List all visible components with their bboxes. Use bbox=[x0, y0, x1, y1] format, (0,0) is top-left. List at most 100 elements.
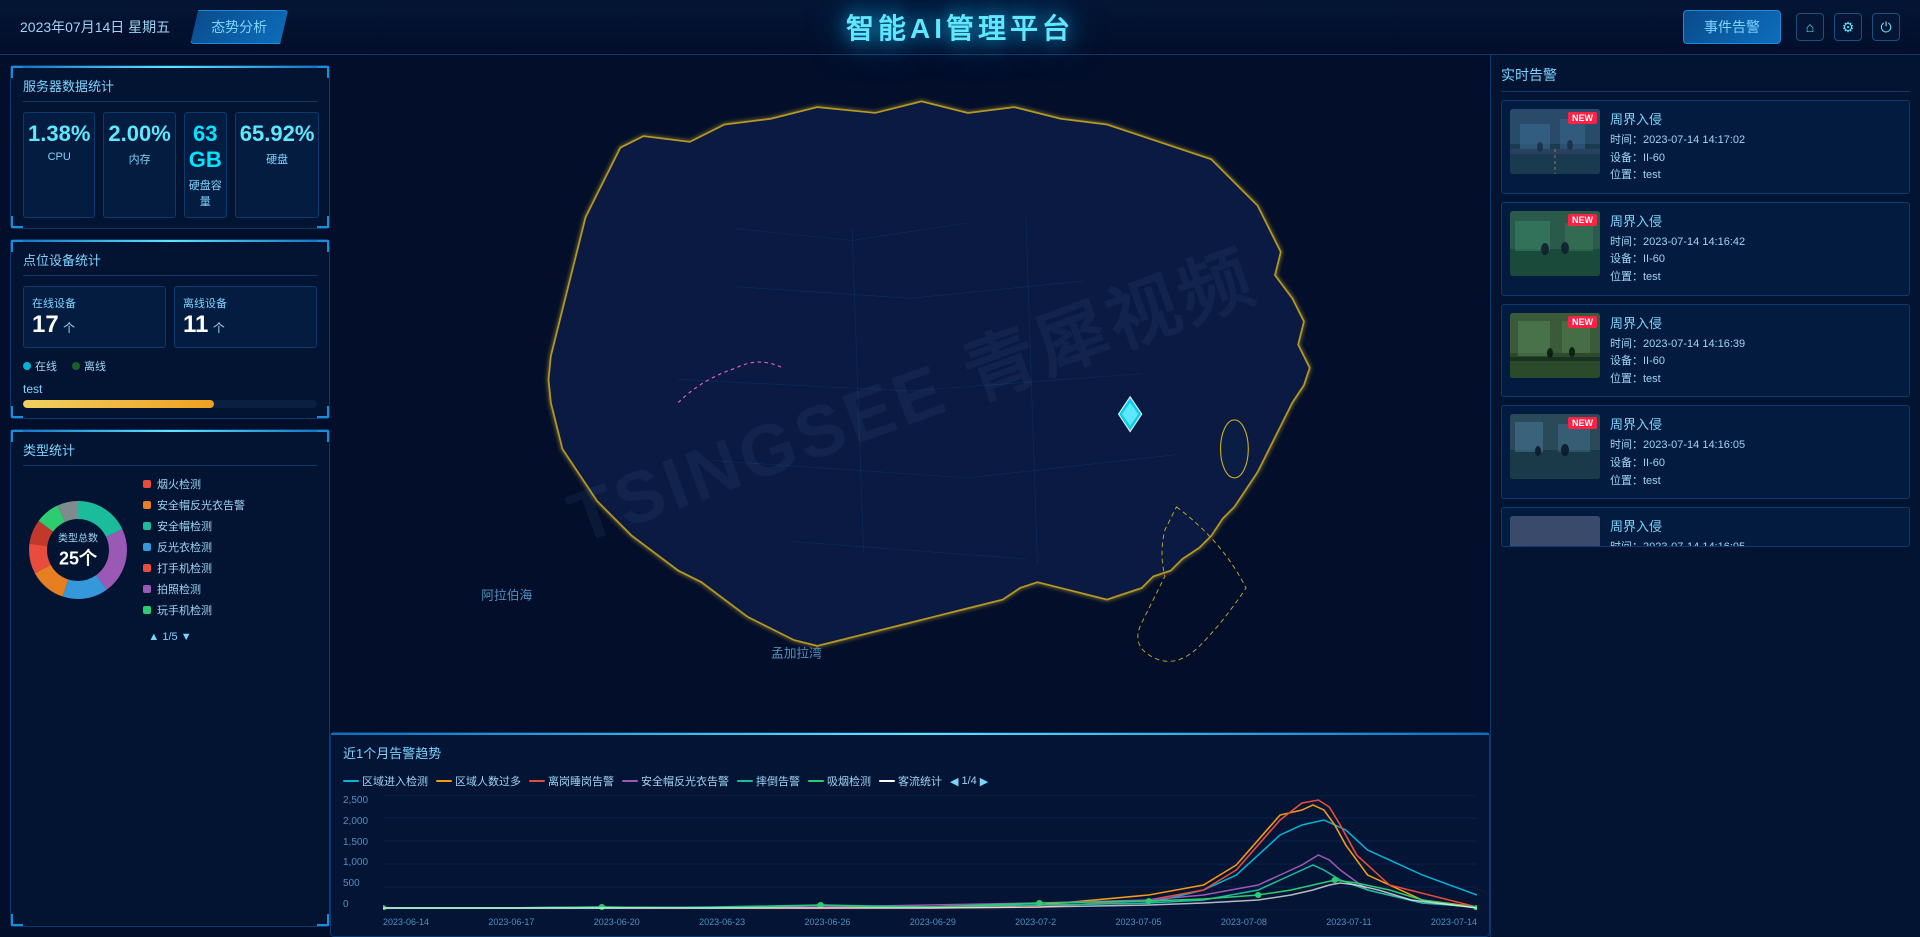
online-label: 在线设备 bbox=[32, 295, 157, 311]
legend-entry-0: 区域进入检测 bbox=[343, 773, 428, 789]
page-title: 智能AI管理平台 bbox=[846, 7, 1074, 47]
offline-dot bbox=[72, 362, 80, 370]
settings-icon[interactable]: ⚙ bbox=[1834, 13, 1862, 41]
type-item-0: 烟火检测 bbox=[143, 476, 317, 492]
header-left: 2023年07月14日 星期五 态势分析 bbox=[20, 10, 288, 44]
alert-type-1: 周界入侵 bbox=[1610, 211, 1901, 230]
legend-entry-4: 摔倒告警 bbox=[737, 773, 800, 789]
legend-line-1 bbox=[436, 780, 452, 782]
server-stats-grid: 1.38% CPU 2.00% 内存 63 GB 硬盘容量 65.92% 硬盘 bbox=[23, 112, 317, 218]
device-stats-title: 点位设备统计 bbox=[23, 250, 317, 276]
map-area: TSINGSEE 青犀视频 bbox=[330, 55, 1490, 727]
alert-thumb-0: NEW bbox=[1510, 109, 1600, 174]
legend-line-6 bbox=[879, 780, 895, 782]
type-item-1: 安全帽反光衣告警 bbox=[143, 497, 317, 513]
type-dot-1 bbox=[143, 501, 151, 509]
online-device-box: 在线设备 17 个 bbox=[23, 286, 166, 348]
cpu-stat: 1.38% CPU bbox=[23, 112, 95, 218]
legend-entry-6: 客流统计 bbox=[879, 773, 942, 789]
type-content: 类型总数 25个 烟火检测 安全帽反光衣告警 安全帽检测 bbox=[23, 476, 317, 623]
header-date: 2023年07月14日 星期五 bbox=[20, 17, 170, 37]
memory-label: 内存 bbox=[108, 151, 170, 167]
online-unit: 个 bbox=[63, 321, 75, 335]
header: 2023年07月14日 星期五 态势分析 智能AI管理平台 事件告警 ⌂ ⚙ ⏻ bbox=[0, 0, 1920, 55]
server-stats-title: 服务器数据统计 bbox=[23, 76, 317, 102]
server-stats-card: 服务器数据统计 1.38% CPU 2.00% 内存 63 GB 硬盘容量 65… bbox=[10, 65, 330, 229]
memory-value: 2.00% bbox=[108, 121, 170, 147]
new-badge-2: NEW bbox=[1568, 316, 1597, 328]
type-list: 烟火检测 安全帽反光衣告警 安全帽检测 反光衣检测 打手机检测 bbox=[143, 476, 317, 623]
type-item-4: 打手机检测 bbox=[143, 560, 317, 576]
donut-chart: 类型总数 25个 bbox=[23, 495, 133, 605]
type-item-3: 反光衣检测 bbox=[143, 539, 317, 555]
offline-value: 11 bbox=[183, 311, 208, 338]
disk-label: 硬盘 bbox=[240, 151, 315, 167]
alert-thumb-4 bbox=[1510, 516, 1600, 547]
alert-type-0: 周界入侵 bbox=[1610, 109, 1901, 128]
event-alert-button[interactable]: 事件告警 bbox=[1683, 10, 1781, 44]
alert-item-3[interactable]: NEW 周界入侵 时间：2023-07-14 14:16:05 设备：II-60… bbox=[1501, 405, 1910, 499]
disk-capacity-label: 硬盘容量 bbox=[189, 177, 222, 209]
disk-capacity-value: 63 GB bbox=[189, 121, 222, 173]
x-axis: 2023-06-14 2023-06-17 2023-06-20 2023-06… bbox=[383, 917, 1477, 927]
type-item-6: 玩手机检测 bbox=[143, 602, 317, 618]
alert-info-4: 周界入侵 时间：2023-07-14 14:16:05 bbox=[1610, 516, 1901, 538]
chart-area: 2023-06-14 2023-06-17 2023-06-20 2023-06… bbox=[383, 795, 1477, 927]
location-bar: test bbox=[23, 382, 317, 408]
header-icons: ⌂ ⚙ ⏻ bbox=[1796, 13, 1900, 41]
alert-item-1[interactable]: NEW 周界入侵 时间：2023-07-14 14:16:42 设备：II-60… bbox=[1501, 202, 1910, 296]
legend-entry-5: 吸烟检测 bbox=[808, 773, 871, 789]
device-grid: 在线设备 17 个 离线设备 11 个 bbox=[23, 286, 317, 348]
type-stats-title: 类型统计 bbox=[23, 440, 317, 466]
alert-detail-0: 时间：2023-07-14 14:17:02 设备：II-60 位置：test bbox=[1610, 132, 1901, 185]
offline-legend: 离线 bbox=[72, 358, 106, 374]
offline-device-box: 离线设备 11 个 bbox=[174, 286, 317, 348]
offline-unit: 个 bbox=[213, 321, 225, 335]
type-dot-6 bbox=[143, 606, 151, 614]
disk-stat: 65.92% 硬盘 bbox=[235, 112, 320, 218]
power-icon[interactable]: ⏻ bbox=[1872, 13, 1900, 41]
type-dot-0 bbox=[143, 480, 151, 488]
online-value: 17 bbox=[32, 311, 59, 338]
alert-thumb-1: NEW bbox=[1510, 211, 1600, 276]
legend-line-3 bbox=[622, 780, 638, 782]
legend-entry-3: 安全帽反光衣告警 bbox=[622, 773, 729, 789]
svg-text:阿拉伯海: 阿拉伯海 bbox=[481, 588, 532, 603]
alert-item-0[interactable]: NEW 周界入侵 时间：2023-07-14 14:17:02 设备：II-60… bbox=[1501, 100, 1910, 194]
alert-info-3: 周界入侵 时间：2023-07-14 14:16:05 设备：II-60 位置：… bbox=[1610, 414, 1901, 490]
alert-item-4[interactable]: 周界入侵 时间：2023-07-14 14:16:05 bbox=[1501, 507, 1910, 547]
legend-line-4 bbox=[737, 780, 753, 782]
disk-capacity-stat: 63 GB 硬盘容量 bbox=[184, 112, 227, 218]
chart-body: 2,500 2,000 1,500 1,000 500 0 bbox=[343, 795, 1477, 927]
type-stats-card: 类型统计 bbox=[10, 429, 330, 927]
legend-line-2 bbox=[529, 780, 545, 782]
legend-entry-1: 区域人数过多 bbox=[436, 773, 521, 789]
type-pagination: ▲ 1/5 ▼ bbox=[23, 631, 317, 643]
home-icon[interactable]: ⌂ bbox=[1796, 13, 1824, 41]
alert-type-4: 周界入侵 bbox=[1610, 516, 1901, 535]
alert-item-2[interactable]: NEW 周界入侵 时间：2023-07-14 14:16:39 设备：II-60… bbox=[1501, 304, 1910, 398]
donut-center-value: 25个 bbox=[58, 544, 98, 570]
analysis-button[interactable]: 态势分析 bbox=[190, 10, 288, 44]
type-item-5: 拍照检测 bbox=[143, 581, 317, 597]
y-axis: 2,500 2,000 1,500 1,000 500 0 bbox=[343, 795, 378, 910]
pagination-legend[interactable]: ◀ 1/4 ▶ bbox=[950, 773, 988, 789]
new-badge-1: NEW bbox=[1568, 214, 1597, 226]
alert-type-3: 周界入侵 bbox=[1610, 414, 1901, 433]
memory-stat: 2.00% 内存 bbox=[103, 112, 175, 218]
chart-title: 近1个月告警趋势 bbox=[343, 743, 441, 762]
legend-line-0 bbox=[343, 780, 359, 782]
type-dot-4 bbox=[143, 564, 151, 572]
alert-info-2: 周界入侵 时间：2023-07-14 14:16:39 设备：II-60 位置：… bbox=[1610, 313, 1901, 389]
type-dot-2 bbox=[143, 522, 151, 530]
chart-legend: 区域进入检测 区域人数过多 离岗睡岗告警 安全帽反光衣告警 摔倒告警 吸烟检测 … bbox=[343, 773, 1477, 789]
china-map: 阿拉伯海 孟加拉湾 bbox=[330, 55, 1490, 727]
type-dot-5 bbox=[143, 585, 151, 593]
header-right: 事件告警 ⌂ ⚙ ⏻ bbox=[1683, 10, 1900, 44]
realtime-alert-title: 实时告警 bbox=[1501, 65, 1910, 92]
type-dot-3 bbox=[143, 543, 151, 551]
donut-center-label: 类型总数 bbox=[58, 529, 98, 544]
alert-detail-2: 时间：2023-07-14 14:16:39 设备：II-60 位置：test bbox=[1610, 336, 1901, 389]
offline-label: 离线设备 bbox=[183, 295, 308, 311]
online-legend: 在线 bbox=[23, 358, 57, 374]
